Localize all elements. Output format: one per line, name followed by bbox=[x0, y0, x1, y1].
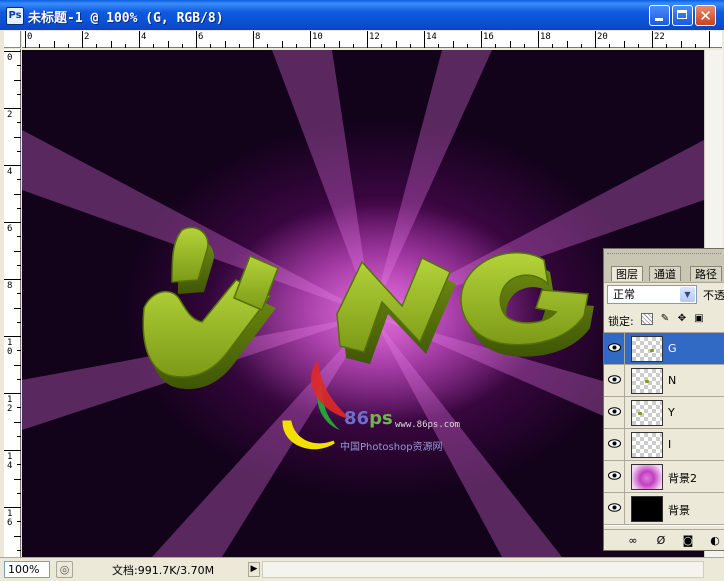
layer-thumbnail bbox=[631, 368, 663, 394]
minimize-icon bbox=[655, 18, 663, 21]
layers-panel-tabbar[interactable]: 图层 通道 路径 bbox=[604, 249, 724, 283]
lock-label: 锁定: bbox=[608, 315, 634, 328]
layer-thumbnail bbox=[631, 432, 663, 458]
watermark-brand-86: 86 bbox=[344, 408, 370, 429]
opacity-label: 不透 bbox=[703, 289, 724, 302]
watermark-brand: 86ps bbox=[344, 408, 393, 429]
eye-icon bbox=[608, 375, 621, 384]
ruler-label: 1 4 bbox=[7, 452, 13, 471]
ruler-label: 10 bbox=[312, 32, 323, 42]
ruler-label: 8 bbox=[7, 281, 13, 291]
layer-row-g[interactable]: G bbox=[604, 333, 724, 365]
ruler-label: 6 bbox=[7, 224, 13, 234]
tab-paths[interactable]: 路径 bbox=[690, 266, 722, 281]
vertical-ruler-ticks bbox=[4, 51, 21, 551]
watermark-url: www.86ps.com bbox=[395, 420, 461, 430]
layer-mask-icon[interactable]: ◙ bbox=[681, 534, 695, 548]
layer-thumbnail bbox=[631, 496, 663, 522]
ruler-label: 20 bbox=[597, 32, 608, 42]
link-icon[interactable]: ∞ bbox=[626, 534, 640, 548]
zoom-level-field[interactable]: 100% bbox=[4, 561, 50, 578]
eye-icon bbox=[608, 343, 621, 352]
lock-all-icon[interactable]: ▣ bbox=[693, 313, 705, 325]
ruler-label: 1 6 bbox=[7, 509, 13, 528]
ruler-label: 18 bbox=[540, 32, 551, 42]
layer-name[interactable]: N bbox=[668, 374, 676, 387]
photoshop-document-window: Ps 未标题-1 @ 100% (G, RGB/8) ✕ 0 2 4 6 8 10 12 14… bbox=[0, 0, 724, 581]
minimize-button[interactable] bbox=[649, 5, 670, 26]
tab-layers[interactable]: 图层 bbox=[611, 266, 643, 281]
ruler-label: 2 bbox=[84, 32, 90, 42]
layer-row-y[interactable]: Y bbox=[604, 397, 724, 429]
horizontal-ruler[interactable]: 0 2 4 6 8 10 12 14 16 18 20 22 bbox=[22, 31, 722, 48]
watermark-tagline: 中国Photoshop资源网 bbox=[340, 442, 443, 453]
tab-channels[interactable]: 通道 bbox=[649, 266, 681, 281]
layer-visibility-toggle[interactable] bbox=[604, 365, 625, 396]
ruler-label: 16 bbox=[483, 32, 494, 42]
ruler-label: 22 bbox=[654, 32, 665, 42]
lock-transparent-pixels-icon[interactable] bbox=[641, 313, 653, 325]
ruler-label: 0 bbox=[27, 32, 33, 42]
layer-visibility-toggle[interactable] bbox=[604, 493, 625, 524]
title-bar[interactable]: Ps 未标题-1 @ 100% (G, RGB/8) ✕ bbox=[0, 0, 724, 30]
photoshop-document-icon[interactable]: Ps bbox=[6, 7, 24, 25]
chevron-down-icon[interactable]: ▼ bbox=[680, 287, 695, 302]
maximize-button[interactable] bbox=[672, 5, 693, 26]
layer-name[interactable]: G bbox=[668, 342, 677, 355]
vertical-ruler[interactable]: 0 2 4 6 8 1 0 1 2 1 4 1 6 bbox=[4, 49, 21, 557]
layer-name[interactable]: 背景2 bbox=[668, 470, 697, 486]
layers-panel-footer: ∞ Ø ◙ ◐ bbox=[604, 529, 724, 550]
ruler-label: 2 bbox=[7, 110, 13, 120]
ruler-label: 1 2 bbox=[7, 395, 13, 414]
close-button[interactable]: ✕ bbox=[695, 5, 716, 26]
horizontal-scrollbar[interactable] bbox=[262, 561, 704, 578]
layers-panel: 图层 通道 路径 正常 ▼ 不透 锁定: ✎ ✥ ▣ G N Y I 背景2 背… bbox=[603, 248, 724, 551]
layer-thumbnail bbox=[631, 400, 663, 426]
layer-thumbnail bbox=[631, 336, 663, 362]
ruler-label: 14 bbox=[426, 32, 437, 42]
ruler-label: 1 0 bbox=[7, 338, 13, 357]
layer-row-background[interactable]: 背景 bbox=[604, 493, 724, 525]
status-info-arrow-button[interactable]: ▶ bbox=[248, 562, 260, 577]
eye-icon bbox=[608, 439, 621, 448]
layer-row-i[interactable]: I bbox=[604, 429, 724, 461]
ruler-label: 6 bbox=[198, 32, 204, 42]
window-title: 未标题-1 @ 100% (G, RGB/8) bbox=[28, 11, 224, 26]
layer-thumbnail bbox=[631, 464, 663, 490]
eye-icon bbox=[608, 503, 621, 512]
adjustment-layer-icon[interactable]: ◐ bbox=[708, 534, 722, 548]
layer-visibility-toggle[interactable] bbox=[604, 397, 625, 428]
panel-grip[interactable] bbox=[607, 253, 721, 262]
ruler-label: 0 bbox=[7, 53, 13, 63]
layer-style-icon[interactable]: Ø bbox=[654, 534, 668, 548]
ruler-label: 12 bbox=[369, 32, 380, 42]
status-menu-icon[interactable]: ◎ bbox=[56, 561, 73, 578]
layer-visibility-toggle[interactable] bbox=[604, 461, 625, 492]
layer-name[interactable]: Y bbox=[668, 406, 675, 419]
lock-image-pixels-icon[interactable]: ✎ bbox=[659, 313, 671, 325]
ruler-origin-corner[interactable] bbox=[4, 31, 21, 48]
blend-mode-select[interactable]: 正常 ▼ bbox=[607, 285, 697, 304]
eye-icon bbox=[608, 407, 621, 416]
layer-list: G N Y I 背景2 背景 bbox=[604, 332, 724, 526]
layer-name[interactable]: I bbox=[668, 438, 671, 451]
canvas-artwork bbox=[22, 50, 704, 557]
layer-row-n[interactable]: N bbox=[604, 365, 724, 397]
blend-mode-value: 正常 bbox=[613, 288, 635, 301]
lock-position-icon[interactable]: ✥ bbox=[676, 313, 688, 325]
status-bar: 100% ◎ 文档:991.7K/3.70M ▶ bbox=[0, 557, 724, 581]
document-canvas[interactable]: 86ps www.86ps.com 中国Photoshop资源网 bbox=[22, 50, 704, 557]
layer-visibility-toggle[interactable] bbox=[604, 333, 625, 364]
layer-name[interactable]: 背景 bbox=[668, 502, 690, 518]
ruler-label: 4 bbox=[7, 167, 13, 177]
layer-visibility-toggle[interactable] bbox=[604, 429, 625, 460]
document-size-info: 文档:991.7K/3.70M bbox=[112, 564, 215, 577]
close-icon: ✕ bbox=[699, 7, 712, 25]
eye-icon bbox=[608, 471, 621, 480]
layer-row-background2[interactable]: 背景2 bbox=[604, 461, 724, 493]
maximize-icon bbox=[677, 10, 687, 19]
watermark-brand-ps: ps bbox=[369, 408, 393, 429]
ruler-label: 8 bbox=[255, 32, 261, 42]
ruler-label: 4 bbox=[141, 32, 147, 42]
